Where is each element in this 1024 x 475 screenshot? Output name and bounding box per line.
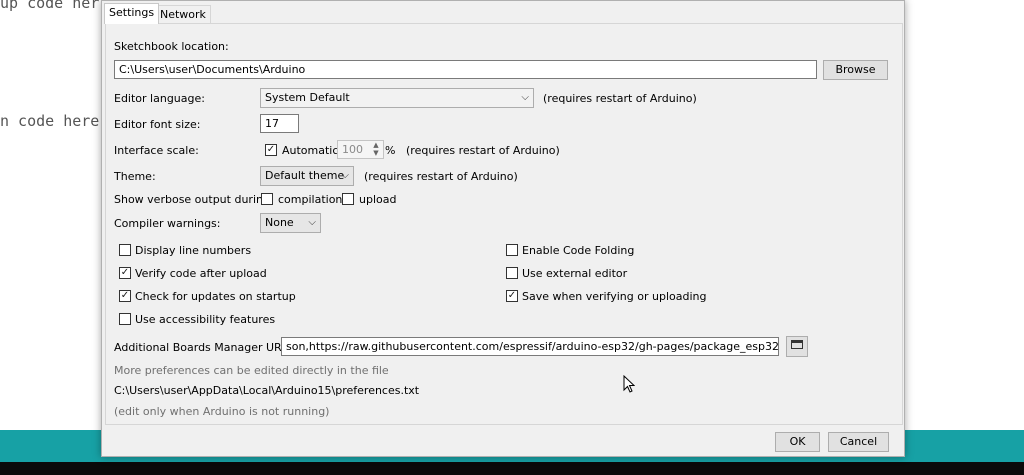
verbose-compilation-checkbox[interactable] (261, 193, 273, 205)
font-size-label: Editor font size: (114, 118, 201, 131)
cancel-button[interactable]: Cancel (828, 432, 889, 452)
verbose-compilation-label: compilation (278, 193, 343, 206)
tab-settings[interactable]: Settings (104, 3, 160, 24)
save-when-verifying-label: Save when verifying or uploading (522, 290, 707, 303)
code-folding-label: Enable Code Folding (522, 244, 635, 257)
theme-label: Theme: (114, 170, 156, 183)
compiler-warnings-select[interactable]: None ⌵ (260, 213, 321, 233)
check-updates-label: Check for updates on startup (135, 290, 296, 303)
editor-language-select[interactable]: System Default ⌵ (260, 88, 534, 108)
edit-urls-button[interactable] (786, 336, 808, 357)
verbose-upload-label: upload (359, 193, 397, 206)
display-line-numbers-checkbox[interactable] (119, 244, 131, 256)
accessibility-checkbox[interactable] (119, 313, 131, 325)
verbose-output-label: Show verbose output during: (114, 193, 274, 206)
verbose-upload-checkbox[interactable] (342, 193, 354, 205)
automatic-scale-checkbox[interactable]: ✓ (265, 144, 277, 156)
scale-restart-note: (requires restart of Arduino) (406, 144, 560, 157)
verify-after-upload-checkbox[interactable]: ✓ (119, 267, 131, 279)
font-size-input[interactable]: 17 (260, 114, 299, 133)
chevron-down-icon: ⌵ (341, 170, 349, 181)
interface-scale-label: Interface scale: (114, 144, 199, 157)
sketchbook-label: Sketchbook location: (114, 40, 229, 53)
more-preferences-hint: More preferences can be edited directly … (114, 364, 389, 377)
code-folding-checkbox[interactable] (506, 244, 518, 256)
editor-language-value: System Default (265, 91, 350, 104)
edit-note: (edit only when Arduino is not running) (114, 405, 330, 418)
code-line: n code here (0, 112, 100, 130)
code-line: up code her (0, 0, 100, 12)
compiler-warnings-value: None (265, 216, 294, 229)
preferences-dialog: Network Settings Sketchbook location: C:… (101, 0, 905, 457)
accessibility-label: Use accessibility features (135, 313, 276, 326)
theme-value: Default theme (265, 169, 345, 182)
sketchbook-location-input[interactable]: C:\Users\user\Documents\Arduino (114, 60, 817, 79)
editor-language-label: Editor language: (114, 92, 205, 105)
spinner-arrows-icon[interactable]: ▲ ▼ (370, 141, 382, 157)
scale-spinner[interactable]: 100 ▲ ▼ (337, 140, 384, 159)
display-line-numbers-label: Display line numbers (135, 244, 252, 257)
language-restart-note: (requires restart of Arduino) (543, 92, 697, 105)
console-area (0, 462, 1024, 475)
boards-manager-urls-label: Additional Boards Manager URLs: (114, 341, 298, 354)
preferences-file-path: C:\Users\user\AppData\Local\Arduino15\pr… (114, 384, 420, 397)
chevron-down-icon: ⌵ (308, 217, 316, 228)
boards-manager-urls-input[interactable]: son,https://raw.githubusercontent.com/es… (281, 337, 779, 356)
compiler-warnings-label: Compiler warnings: (114, 217, 221, 230)
browse-button[interactable]: Browse (823, 60, 888, 80)
mouse-cursor-icon (623, 374, 636, 396)
check-updates-checkbox[interactable]: ✓ (119, 290, 131, 302)
verify-after-upload-label: Verify code after upload (135, 267, 267, 280)
scale-value: 100 (342, 143, 363, 156)
theme-restart-note: (requires restart of Arduino) (364, 170, 518, 183)
save-when-verifying-checkbox[interactable]: ✓ (506, 290, 518, 302)
window-icon (791, 340, 803, 349)
external-editor-checkbox[interactable] (506, 267, 518, 279)
chevron-down-icon: ⌵ (521, 92, 529, 103)
ok-button[interactable]: OK (775, 432, 820, 452)
automatic-scale-label: Automatic (282, 144, 339, 157)
external-editor-label: Use external editor (522, 267, 628, 280)
theme-select[interactable]: Default theme ⌵ (260, 166, 354, 186)
tab-network[interactable]: Network (155, 5, 211, 24)
scale-unit: % (385, 144, 396, 157)
